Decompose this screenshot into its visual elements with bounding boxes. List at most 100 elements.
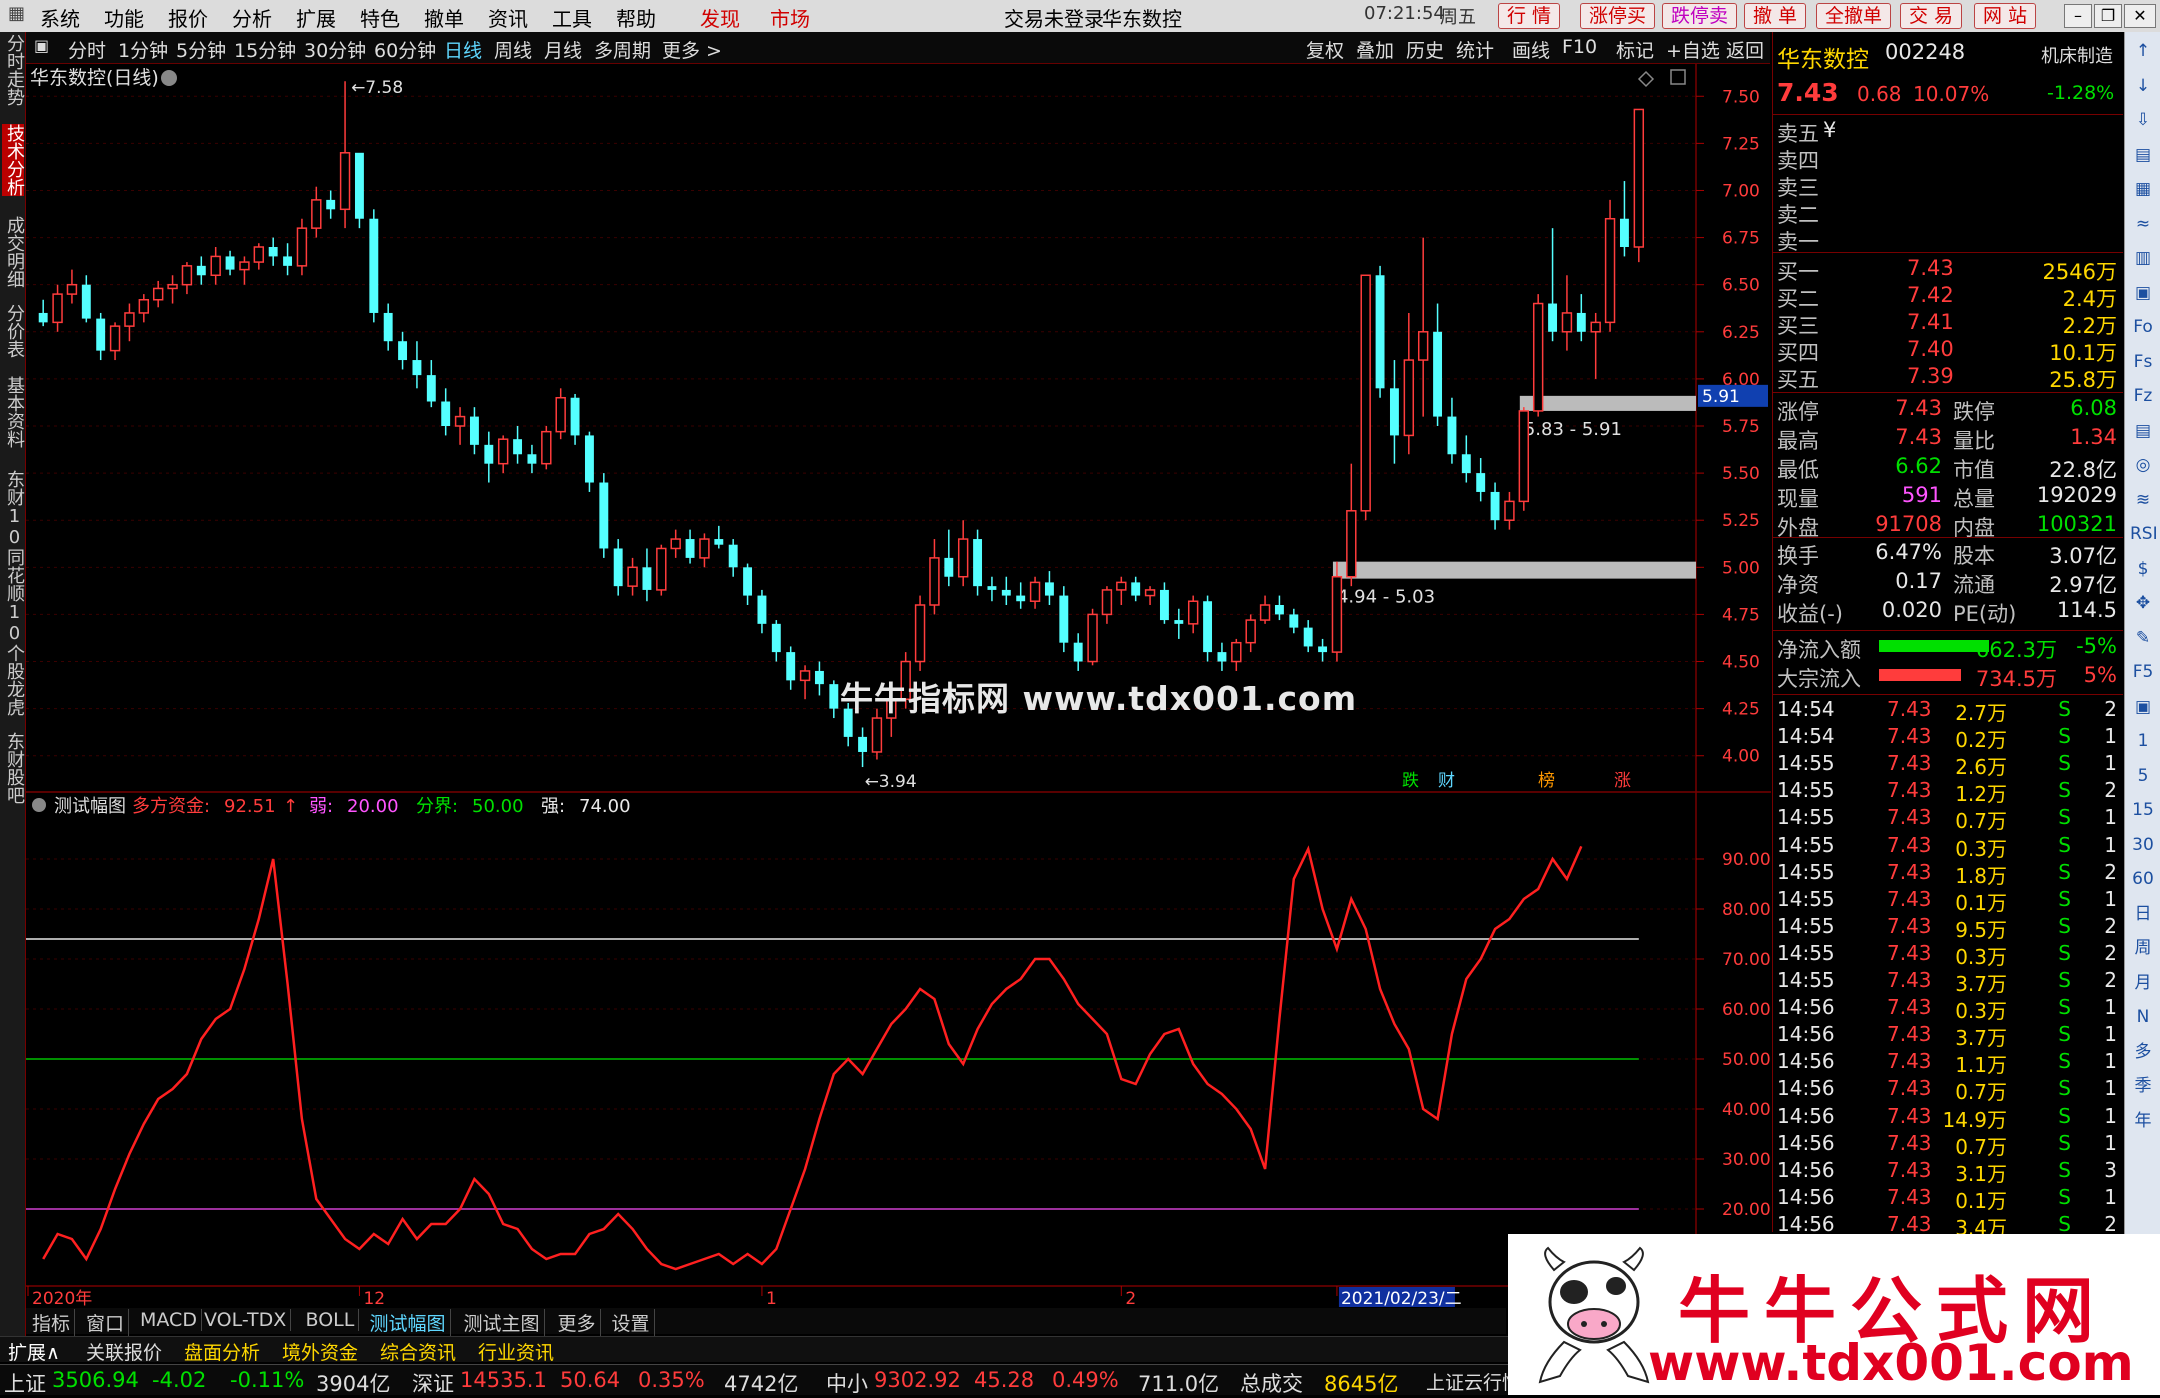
sidebar-tool-icon[interactable]: ▦ [2130,176,2156,202]
tab-technical[interactable]: 技术分析 [2,124,25,196]
period-monthly[interactable]: 月线 [544,36,582,63]
quick-button-limit-down-sell[interactable]: 跌停卖 [1662,3,1738,29]
menu-item-market[interactable]: 市场 [770,3,810,32]
indicator-tab[interactable]: 窗口 [82,1309,130,1336]
period-multi[interactable]: 多周期 [594,36,651,63]
menu-item-info[interactable]: 资讯 [488,3,528,32]
sidebar-tool-icon[interactable]: 多 [2130,1039,2156,1065]
menu-item-tools[interactable]: 工具 [552,3,592,32]
quick-button-cancel-all[interactable]: 全撤单 [1816,3,1892,29]
menu-item-analysis[interactable]: 分析 [232,3,272,32]
menu-item-help[interactable]: 帮助 [616,3,656,32]
info-tab[interactable]: 关联报价 [82,1338,166,1365]
sidebar-tool-icon[interactable]: ▤ [2130,142,2156,168]
sidebar-tool-icon[interactable]: 季 [2130,1073,2156,1099]
bid-row[interactable]: 买一 7.43 2546万 [1777,256,2117,284]
sidebar-tool-icon[interactable]: ▤ [2130,418,2156,444]
menu-item-cancel[interactable]: 撤单 [424,3,464,32]
toolbar-history[interactable]: 历史 [1406,36,1444,63]
period-30min[interactable]: 30分钟 [304,36,366,63]
index-label[interactable]: 中小 [826,1368,868,1398]
quick-button-cancel[interactable]: 撤 单 [1744,3,1807,29]
sidebar-tool-icon[interactable]: Fz [2130,383,2156,409]
period-more[interactable]: 更多 > [662,36,722,63]
sidebar-tool-icon[interactable]: ≋ [2130,487,2156,513]
info-tab[interactable]: 行业资讯 [474,1338,558,1365]
marker-fall[interactable]: 跌 [1402,771,1419,791]
indicator-tab[interactable]: BOLL [302,1309,360,1331]
menu-item-discover[interactable]: 发现 [700,3,740,32]
diamond-icon[interactable] [1637,70,1655,88]
sidebar-tool-icon[interactable]: ▣ [2130,694,2156,720]
sidebar-tool-icon[interactable]: Fs [2130,349,2156,375]
indicator-tab[interactable]: 测试幅图 [366,1309,451,1336]
advert-banner[interactable]: 牛牛公式网 www.tdx001.com [1508,1234,2160,1395]
indicator-settings-icon[interactable] [32,798,46,812]
toolbar-mark[interactable]: 标记 [1616,36,1654,63]
period-60min[interactable]: 60分钟 [374,36,436,63]
index-label[interactable]: 深证 [412,1368,454,1398]
sidebar-tool-icon[interactable]: ✥ [2130,590,2156,616]
toolbar-overlay[interactable]: 叠加 [1356,36,1394,63]
sidebar-tool-icon[interactable]: 15 [2130,797,2156,823]
sidebar-tool-icon[interactable]: ▣ [2130,280,2156,306]
toolbar-adjust[interactable]: 复权 [1306,36,1344,63]
tab-trade-details[interactable]: 成交明细 [2,216,25,288]
sidebar-tool-icon[interactable]: ✎ [2130,625,2156,651]
sidebar-tool-icon[interactable]: N [2130,1004,2156,1030]
indicator-tab[interactable]: 指标 [28,1309,76,1336]
tab-price-table[interactable]: 分价表 [2,304,25,358]
period-intraday[interactable]: 分时 [68,36,106,63]
sidebar-tool-icon[interactable]: 5 [2130,763,2156,789]
sidebar-tool-icon[interactable]: Fo [2130,314,2156,340]
quick-button-quote[interactable]: 行 情 [1498,3,1561,29]
minimize-icon[interactable]: – [2064,4,2092,28]
marker-board[interactable]: 榜 [1538,771,1555,791]
toolbar-f10[interactable]: F10 [1562,36,1597,58]
toolbar-back[interactable]: 返回 [1726,36,1764,63]
sidebar-tool-icon[interactable]: ≈ [2130,211,2156,237]
indicator-tab[interactable]: VOL-TDX [200,1309,292,1331]
bid-row[interactable]: 买三 7.41 2.2万 [1777,310,2117,338]
menu-item-system[interactable]: 系统 [40,3,80,32]
marker-finance[interactable]: 财 [1438,771,1455,791]
period-1min[interactable]: 1分钟 [118,36,168,63]
indicator-tab[interactable]: 测试主图 [460,1309,545,1336]
restore-icon[interactable]: ❐ [2094,4,2122,28]
tab-guba[interactable]: 东财股吧 [2,732,25,804]
status-cloud-quote[interactable]: 上证云行情 [1426,1368,1521,1395]
marker-rise[interactable]: 涨 [1614,771,1631,791]
bid-row[interactable]: 买四 7.40 10.1万 [1777,337,2117,365]
sector-name[interactable]: 机床制造 [2041,42,2113,68]
sidebar-tool-icon[interactable]: RSI [2130,521,2158,547]
sidebar-tool-icon[interactable]: 60 [2130,866,2156,892]
menu-item-special[interactable]: 特色 [360,3,400,32]
sidebar-tool-icon[interactable]: 1 [2130,728,2156,754]
sidebar-tool-icon[interactable]: 周 [2130,935,2156,961]
tab-eastmoney-10[interactable]: 东财10 [2,470,25,548]
info-tab[interactable]: 综合资讯 [376,1338,460,1365]
sidebar-tool-icon[interactable]: ↓ [2130,73,2156,99]
indicator-tab[interactable]: 更多 [554,1309,601,1336]
toolbar-stats[interactable]: 统计 [1456,36,1494,63]
info-tab[interactable]: 境外资金 [278,1338,362,1365]
tab-ths-10[interactable]: 同花顺10 [2,548,25,644]
period-15min[interactable]: 15分钟 [234,36,296,63]
tab-intraday[interactable]: 分时走势 [2,34,25,106]
tab-dragon-tiger[interactable]: 个股龙虎 [2,644,25,716]
period-5min[interactable]: 5分钟 [176,36,226,63]
chart-settings-icon[interactable] [161,70,177,86]
sidebar-tool-icon[interactable]: $ [2130,556,2156,582]
menu-item-function[interactable]: 功能 [104,3,144,32]
toolbar-menu-icon[interactable]: ▣ [34,36,49,55]
quick-button-website[interactable]: 网 站 [1974,3,2037,29]
sidebar-tool-icon[interactable]: 年 [2130,1108,2156,1134]
period-weekly[interactable]: 周线 [494,36,532,63]
indicator-tab[interactable]: MACD [136,1309,202,1331]
sidebar-tool-icon[interactable]: 30 [2130,832,2156,858]
toolbar-draw[interactable]: 画线 [1512,36,1550,63]
window-toggle-icon[interactable] [1670,69,1686,85]
index-label[interactable]: 上证 [4,1368,46,1398]
menu-item-extend[interactable]: 扩展 [296,3,336,32]
toolbar-add-watchlist[interactable]: +自选 [1666,36,1720,63]
